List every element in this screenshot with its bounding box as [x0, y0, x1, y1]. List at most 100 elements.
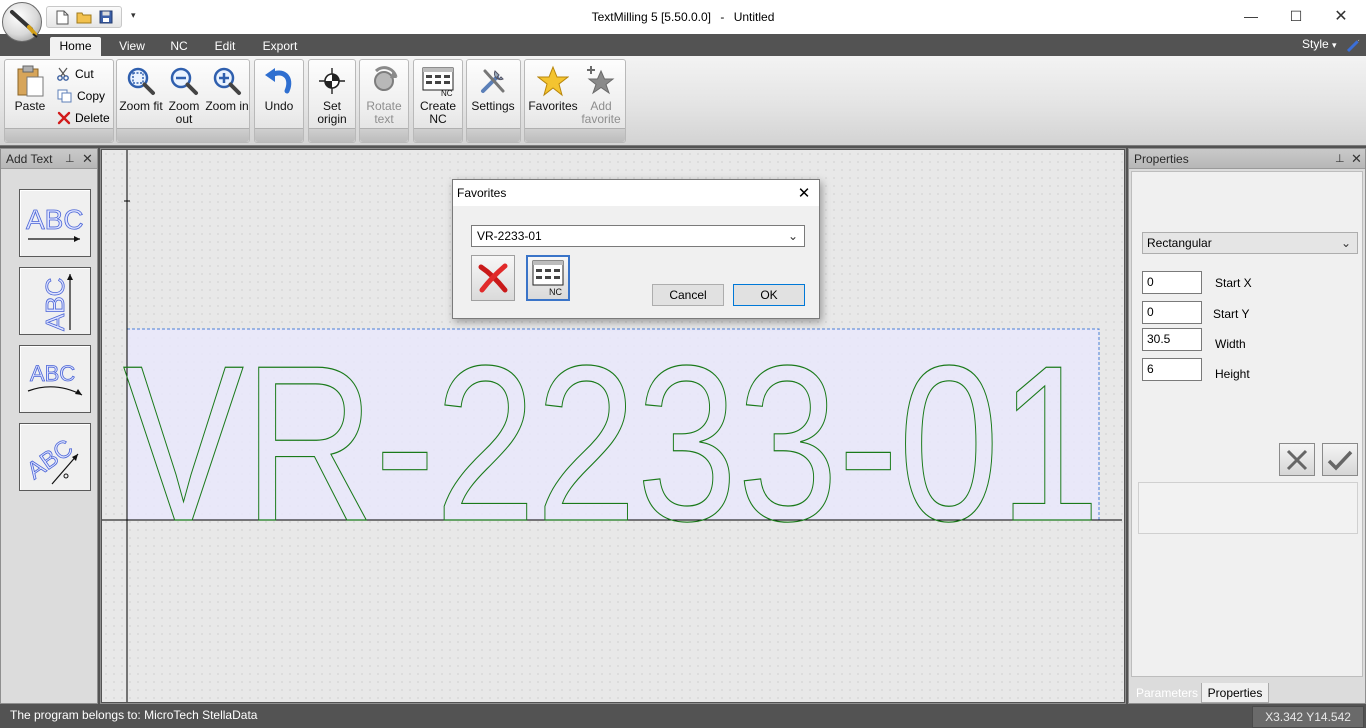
- delete-x-icon: [478, 263, 508, 293]
- create-nc-button[interactable]: NC Create NC: [416, 62, 460, 128]
- height-label: Height: [1215, 367, 1250, 381]
- status-text: The program belongs to: MicroTech Stella…: [10, 708, 258, 722]
- chevron-down-icon: ⌄: [787, 229, 798, 243]
- dialog-close-button[interactable]: ✕: [789, 181, 819, 205]
- svg-text:ABC: ABC: [40, 278, 70, 331]
- tab-edit[interactable]: Edit: [208, 37, 242, 56]
- tab-export[interactable]: Export: [257, 37, 303, 56]
- tab-parameters[interactable]: Parameters: [1133, 683, 1201, 703]
- svg-text:ABC: ABC: [22, 434, 78, 484]
- properties-panel: Properties ⊥ ✕ Rectangular ⌄ 0 Start X 0…: [1128, 148, 1366, 704]
- tab-view[interactable]: View: [112, 37, 152, 56]
- horizontal-text-button[interactable]: ABC: [19, 189, 91, 257]
- start-x-label: Start X: [1215, 276, 1252, 290]
- delete-button[interactable]: Delete: [57, 108, 110, 128]
- tab-properties[interactable]: Properties: [1201, 683, 1269, 703]
- dialog-title: Favorites: [457, 186, 507, 200]
- start-y-label: Start Y: [1213, 307, 1250, 321]
- title-separator: -: [720, 10, 725, 24]
- tab-nc[interactable]: NC: [164, 37, 194, 56]
- nc-program-icon: NC: [416, 62, 460, 100]
- angled-text-icon: ABC: [22, 434, 79, 485]
- favorite-select[interactable]: VR-2233-01 ⌄: [471, 225, 805, 247]
- tab-home[interactable]: Home: [50, 37, 101, 56]
- paste-button[interactable]: Paste: [7, 62, 53, 128]
- new-file-icon[interactable]: [53, 8, 71, 26]
- style-menu[interactable]: Style ▾: [1302, 37, 1337, 51]
- open-folder-icon[interactable]: [75, 8, 93, 26]
- origin-target-icon: [310, 62, 354, 100]
- app-title: TextMilling 5 [5.50.0.0]: [591, 10, 712, 24]
- horizontal-text-icon: ABC: [26, 204, 84, 242]
- cut-button[interactable]: Cut: [57, 64, 94, 84]
- pin-icon[interactable]: ⊥: [1335, 149, 1345, 169]
- undo-icon: [257, 62, 301, 100]
- properties-panel-title: Properties: [1134, 152, 1189, 166]
- ribbon-tab-bar: Home View NC Edit Export: [0, 34, 1366, 56]
- start-y-input[interactable]: 0: [1142, 301, 1202, 324]
- rotate-text-button[interactable]: Rotate text: [362, 62, 406, 128]
- copy-button[interactable]: Copy: [57, 86, 105, 106]
- favorites-dialog: Favorites ✕ VR-2233-01 ⌄ NC Cancel OK: [452, 179, 820, 319]
- width-label: Width: [1215, 337, 1246, 351]
- title-bar: ▾ TextMilling 5 [5.50.0.0] - Untitled — …: [0, 0, 1366, 34]
- svg-text:NC: NC: [441, 89, 453, 97]
- delete-x-icon: [57, 111, 71, 125]
- cancel-button[interactable]: Cancel: [652, 284, 724, 306]
- vertical-text-icon: ABC: [40, 274, 73, 331]
- quick-access-toolbar: [46, 6, 122, 28]
- ok-button[interactable]: OK: [733, 284, 805, 306]
- pin-icon[interactable]: ⊥: [65, 149, 75, 169]
- rotate-text-icon: [362, 62, 406, 100]
- maximize-button[interactable]: ☐: [1273, 0, 1319, 32]
- undo-group: Undo: [254, 59, 304, 143]
- zoom-fit-button[interactable]: Zoom fit: [119, 62, 163, 128]
- zoom-out-button[interactable]: Zoom out: [162, 62, 206, 128]
- set-origin-button[interactable]: Set origin: [310, 62, 354, 128]
- nc-label: NC: [549, 287, 562, 297]
- clipboard-group: Paste Cut Copy Delete: [4, 59, 114, 143]
- nc-group: NC Create NC: [413, 59, 463, 143]
- discard-properties-button[interactable]: [1279, 443, 1315, 476]
- angled-text-button[interactable]: ABC: [19, 423, 91, 491]
- svg-text:ABC: ABC: [26, 204, 84, 235]
- close-icon: ✕: [797, 185, 811, 202]
- settings-group: Settings: [466, 59, 521, 143]
- close-panel-icon[interactable]: ✕: [82, 149, 93, 169]
- app-logo[interactable]: [2, 2, 42, 42]
- favorites-group: Favorites Add favorite: [524, 59, 626, 143]
- copy-icon: [57, 89, 72, 103]
- settings-button[interactable]: Settings: [471, 62, 515, 128]
- close-window-button[interactable]: ✕: [1318, 0, 1364, 32]
- shape-type-select[interactable]: Rectangular ⌄: [1142, 232, 1358, 254]
- arc-text-button[interactable]: ABC: [19, 345, 91, 413]
- add-text-panel: Add Text ⊥ ✕ ABC ABC ABC ABC: [0, 148, 98, 704]
- favorites-button[interactable]: Favorites: [527, 62, 579, 128]
- save-icon[interactable]: [97, 8, 115, 26]
- scissors-icon: [57, 67, 69, 81]
- zoom-in-button[interactable]: Zoom in: [205, 62, 249, 128]
- origin-group: Set origin: [308, 59, 356, 143]
- zoom-in-icon: [205, 62, 249, 100]
- vertical-text-button[interactable]: ABC: [19, 267, 91, 335]
- star-icon: [527, 62, 579, 100]
- undo-button[interactable]: Undo: [257, 62, 301, 128]
- style-brush-icon[interactable]: [1346, 37, 1362, 56]
- create-nc-from-favorite-button[interactable]: NC: [526, 255, 570, 301]
- quick-access-dropdown-icon[interactable]: ▾: [131, 10, 136, 21]
- engraved-text[interactable]: VR-2233-01: [122, 319, 1100, 568]
- delete-favorite-button[interactable]: [471, 255, 515, 301]
- width-input[interactable]: 30.5: [1142, 328, 1202, 351]
- add-favorite-button[interactable]: Add favorite: [579, 62, 623, 128]
- arc-text-icon: ABC: [27, 361, 83, 396]
- paste-icon: [7, 62, 53, 100]
- height-input[interactable]: 6: [1142, 358, 1202, 381]
- add-star-icon: [579, 62, 623, 100]
- minimize-button[interactable]: —: [1228, 0, 1274, 32]
- checkmark-icon: [1327, 450, 1353, 471]
- close-panel-icon[interactable]: ✕: [1351, 149, 1362, 169]
- cursor-coordinates: X3.342 Y14.542: [1252, 706, 1364, 728]
- start-x-input[interactable]: 0: [1142, 271, 1202, 294]
- apply-properties-button[interactable]: [1322, 443, 1358, 476]
- add-text-panel-title: Add Text: [6, 152, 53, 166]
